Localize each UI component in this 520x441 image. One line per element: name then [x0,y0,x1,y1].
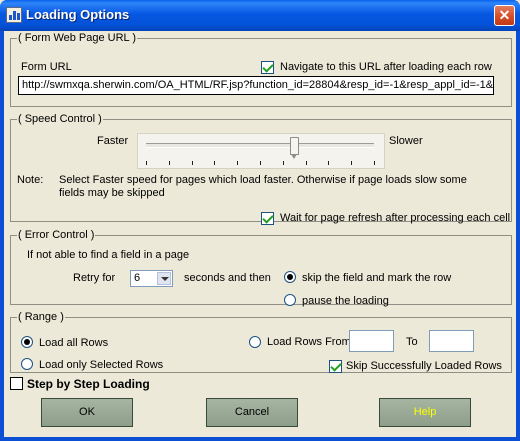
range-legend: ( Range ) [18,311,64,323]
slider-tick [351,161,353,165]
retry-select[interactable]: 6 [130,270,173,287]
note-text-line2: fields may be skipped [59,187,165,199]
load-from-radio[interactable] [249,336,261,348]
to-label: To [406,336,418,348]
form-web-page-legend: ( Form Web Page URL ) [18,32,136,44]
skip-field-label: skip the field and mark the row [302,272,452,284]
load-all-label: Load all Rows [39,337,109,349]
slider-tick [168,161,170,165]
app-icon [6,7,22,23]
step-by-step-label: Step by Step Loading [27,377,150,391]
title-bar[interactable]: Loading Options ✕ [0,0,520,31]
error-control-group: ( Error Control ) If not able to find a … [10,229,512,307]
wait-refresh-checkbox[interactable] [261,212,274,225]
skip-loaded-checkbox[interactable] [329,360,342,373]
navigate-label: Navigate to this URL after loading each … [280,61,492,73]
skip-field-radio[interactable] [284,271,296,283]
slider-tick [374,161,375,165]
pause-loading-label: pause the loading [302,295,389,307]
retry-label: Retry for [73,272,116,284]
dialog-body: ( Form Web Page URL ) Form URL Navigate … [4,31,516,437]
slider-thumb[interactable] [290,137,300,159]
form-url-input[interactable]: http://swmxqa.sherwin.com/OA_HTML/RF.jsp… [18,76,494,95]
chevron-down-icon[interactable] [157,272,171,285]
error-control-legend: ( Error Control ) [18,229,95,241]
seconds-label: seconds and then [184,272,271,284]
help-button[interactable]: Help [379,398,471,427]
slider-tick [237,161,239,165]
slower-label: Slower [389,135,423,147]
close-icon: ✕ [498,7,511,23]
ok-button[interactable]: OK [41,398,133,427]
slider-tick [146,161,147,165]
slider-tick [282,161,284,165]
slider-tick [214,161,216,165]
note-label: Note: [17,174,44,186]
retry-value: 6 [134,272,141,284]
slider-tick [260,161,261,165]
note-text-line1: Select Faster speed for pages which load… [59,174,467,186]
slider-tick [328,161,330,165]
speed-slider[interactable] [137,133,385,169]
load-to-input[interactable] [429,330,474,352]
form-web-page-group: ( Form Web Page URL ) Form URL Navigate … [10,32,512,107]
range-group: ( Range ) Load all Rows Load only Select… [10,311,512,373]
form-url-label: Form URL [21,61,72,73]
load-from-label: Load Rows From [267,336,351,348]
step-by-step-checkbox[interactable] [10,377,23,390]
load-selected-radio[interactable] [21,358,33,370]
wait-refresh-label: Wait for page refresh after processing e… [280,212,511,224]
load-all-radio[interactable] [21,336,33,348]
navigate-checkbox[interactable] [261,61,274,74]
slider-tick [305,161,307,165]
window-title: Loading Options [26,7,130,22]
close-button[interactable]: ✕ [494,5,515,26]
loading-options-window: Loading Options ✕ ( Form Web Page URL ) … [0,0,520,441]
faster-label: Faster [97,135,129,147]
error-heading: If not able to find a field in a page [27,249,190,261]
load-selected-label: Load only Selected Rows [39,359,164,371]
cancel-button[interactable]: Cancel [206,398,298,427]
slider-track [146,143,374,148]
load-from-input[interactable] [349,330,394,352]
skip-loaded-label: Skip Successfully Loaded Rows [346,360,502,372]
slider-tick [191,161,193,165]
pause-loading-radio[interactable] [284,294,296,306]
speed-control-group: ( Speed Control ) Faster Slower Note: Se… [10,113,512,225]
speed-control-legend: ( Speed Control ) [18,113,102,125]
